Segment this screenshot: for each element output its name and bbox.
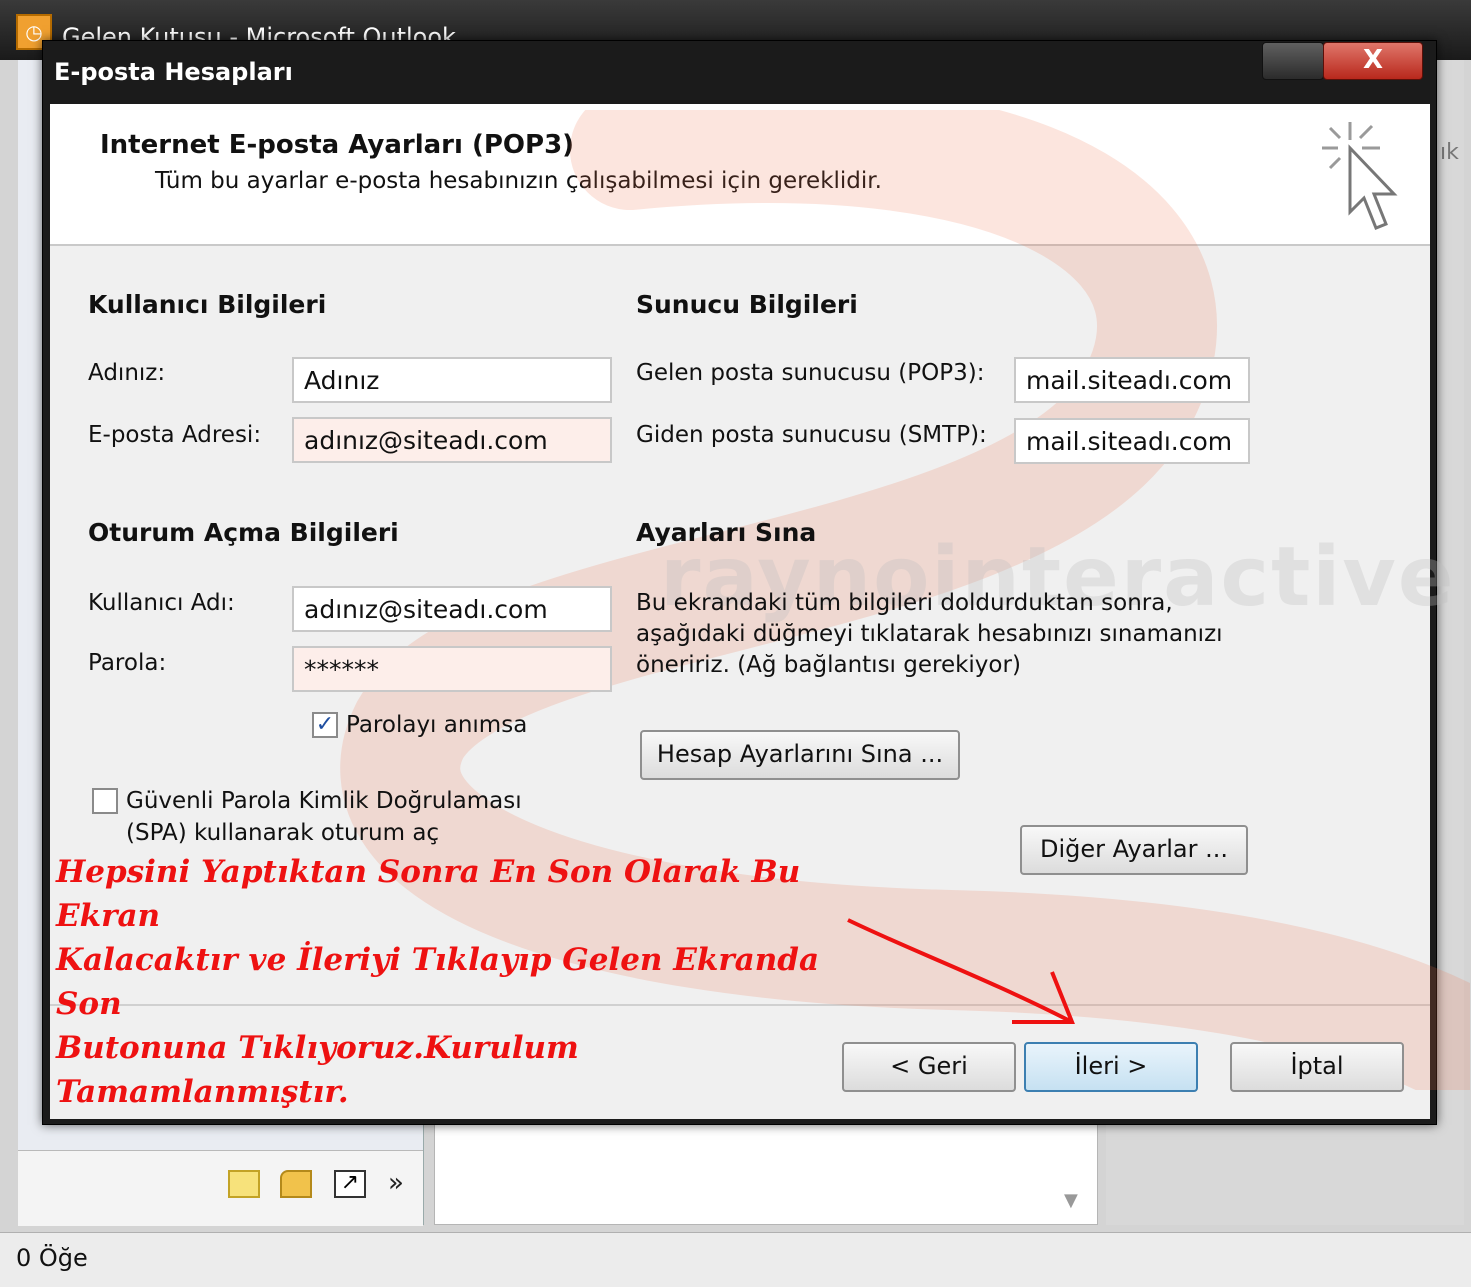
password-field[interactable] [292, 646, 612, 692]
server-info-heading: Sunucu Bilgileri [636, 290, 858, 319]
outlook-window-title: Gelen Kutusu - Microsoft Outlook [62, 23, 456, 40]
test-settings-heading: Ayarları Sına [636, 518, 817, 547]
email-field[interactable] [292, 417, 612, 463]
cursor-sparkle-icon [1322, 122, 1398, 230]
scroll-down-icon[interactable]: ▼ [1064, 1190, 1078, 1211]
tutorial-annotation: Hepsini Yaptıktan Sonra En Son Olarak Bu… [56, 850, 856, 1114]
outgoing-server-field[interactable] [1014, 418, 1250, 464]
user-info-heading: Kullanıcı Bilgileri [88, 290, 327, 319]
status-item-count: 0 Öğe [16, 1244, 88, 1272]
folder-icon[interactable] [280, 1170, 312, 1198]
remember-password-checkbox[interactable]: ✓ [312, 712, 338, 738]
more-settings-button[interactable]: Diğer Ayarlar ... [1020, 825, 1248, 875]
password-label: Parola: [88, 650, 167, 676]
username-label: Kullanıcı Adı: [88, 590, 235, 616]
outgoing-server-label: Giden posta sunucusu (SMTP): [636, 422, 987, 448]
dialog-title: E-posta Hesapları [54, 58, 293, 86]
name-field[interactable] [292, 357, 612, 403]
reading-pane-text-fragment: ık [1440, 140, 1459, 165]
dialog-help-button[interactable] [1262, 42, 1324, 80]
username-field[interactable] [292, 586, 612, 632]
shortcut-icon[interactable]: ↗ [334, 1170, 366, 1198]
status-bar [0, 1232, 1471, 1287]
annotation-line-2: Kalacaktır ve İleriyi Tıklayıp Gelen Ekr… [56, 942, 820, 1022]
section-subtitle: Tüm bu ayarlar e-posta hesabınızın çalış… [155, 168, 882, 194]
incoming-server-field[interactable] [1014, 357, 1250, 403]
annotation-arrow [847, 918, 1075, 1024]
test-settings-description: Bu ekrandaki tüm bilgileri doldurduktan … [636, 590, 1223, 678]
login-info-heading: Oturum Açma Bilgileri [88, 518, 399, 547]
cancel-button[interactable]: İptal [1230, 1042, 1404, 1092]
section-title: Internet E-posta Ayarları (POP3) [100, 130, 575, 160]
annotation-line-1: Hepsini Yaptıktan Sonra En Son Olarak Bu… [56, 854, 801, 934]
close-button[interactable]: X [1323, 42, 1423, 80]
annotation-line-3: Butonuna Tıklıyoruz.Kurulum Tamamlanmışt… [56, 1030, 579, 1110]
name-label: Adınız: [88, 360, 166, 386]
message-list-pane [434, 1120, 1098, 1225]
next-button[interactable]: İleri > [1024, 1042, 1198, 1092]
incoming-server-label: Gelen posta sunucusu (POP3): [636, 360, 985, 386]
spa-checkbox[interactable] [92, 788, 118, 814]
more-chevron-icon[interactable]: » [388, 1168, 404, 1198]
note-icon[interactable] [228, 1170, 260, 1198]
spa-label-line2: (SPA) kullanarak oturum aç [126, 820, 440, 846]
back-button[interactable]: < Geri [842, 1042, 1016, 1092]
test-account-button[interactable]: Hesap Ayarlarını Sına ... [640, 730, 960, 780]
spa-label-line1: Güvenli Parola Kimlik Doğrulaması [126, 788, 522, 814]
email-label: E-posta Adresi: [88, 422, 262, 448]
remember-password-label: Parolayı anımsa [346, 712, 528, 738]
